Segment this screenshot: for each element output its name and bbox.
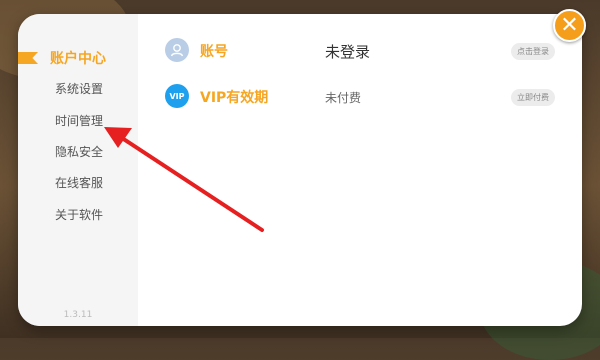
sidebar-item-about[interactable]: 关于软件 [18, 206, 138, 224]
account-label: 账号 [200, 44, 228, 60]
sidebar-item-online-service[interactable]: 在线客服 [18, 174, 138, 192]
close-button[interactable]: ✕ [553, 9, 586, 42]
sidebar-item-label: 关于软件 [55, 208, 104, 222]
close-icon: ✕ [560, 13, 579, 38]
account-panel: 账号 未登录 点击登录 VIP VIP有效期 未付费 立即付费 [138, 14, 582, 326]
sidebar-item-label: 账户中心 [50, 51, 106, 67]
sidebar-item-account-center[interactable]: 账户中心 [18, 50, 138, 68]
account-row: 账号 未登录 点击登录 [138, 31, 582, 67]
sidebar-item-privacy-security[interactable]: 隐私安全 [18, 143, 138, 161]
vip-status: 未付费 [325, 91, 362, 105]
sidebar-item-time-management[interactable]: 时间管理 [18, 112, 138, 130]
account-status: 未登录 [325, 43, 371, 61]
pay-now-button[interactable]: 立即付费 [511, 89, 555, 106]
user-icon [165, 38, 189, 62]
account-dialog: 账户中心 系统设置 时间管理 隐私安全 在线客服 关于软件 1.3.11 账号 [18, 14, 582, 326]
sidebar-item-label: 系统设置 [55, 82, 104, 96]
sidebar-item-system-settings[interactable]: 系统设置 [18, 80, 138, 98]
vip-label: VIP有效期 [200, 90, 269, 106]
login-button[interactable]: 点击登录 [511, 43, 555, 60]
vip-row: VIP VIP有效期 未付费 立即付费 [138, 77, 582, 113]
vip-icon: VIP [165, 84, 189, 108]
sidebar-item-label: 在线客服 [55, 176, 104, 190]
sidebar-item-label: 时间管理 [55, 114, 104, 128]
version-label: 1.3.11 [63, 310, 93, 320]
sidebar-item-label: 隐私安全 [55, 145, 104, 159]
sidebar: 账户中心 系统设置 时间管理 隐私安全 在线客服 关于软件 1.3.11 [18, 14, 138, 326]
